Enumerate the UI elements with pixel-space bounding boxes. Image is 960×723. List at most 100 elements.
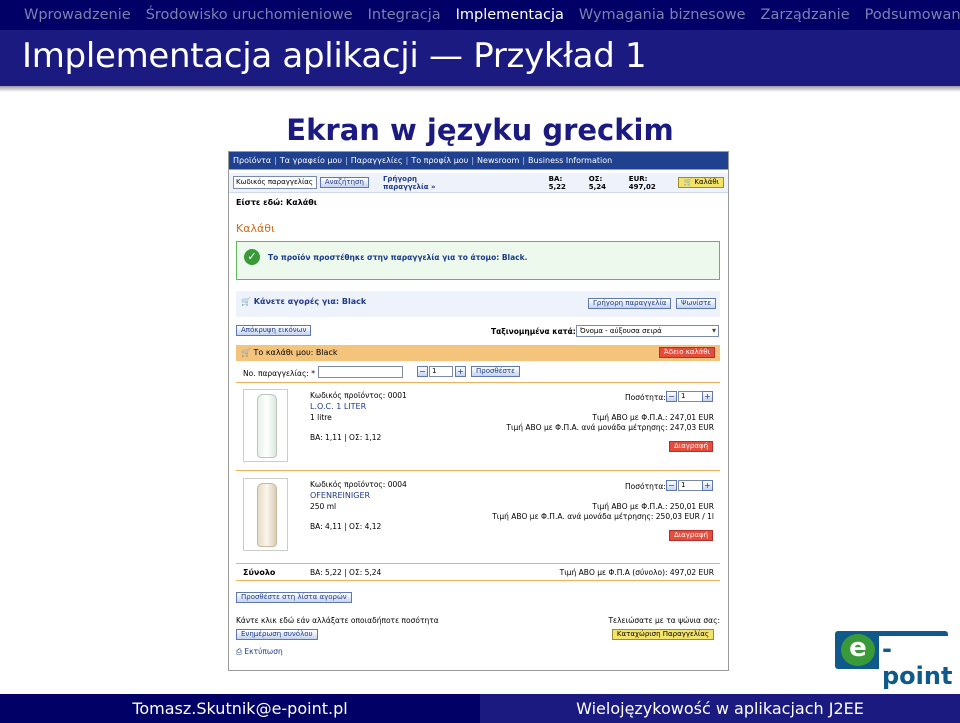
sort-select[interactable]: Όνομα - αύξουσα σειρά bbox=[576, 325, 719, 337]
cart-small-icon: 🛒 bbox=[241, 297, 251, 306]
bottle-icon bbox=[257, 483, 277, 547]
qty-plus[interactable]: + bbox=[702, 480, 713, 491]
shopping-for-label: Κάνετε αγορές για: Black bbox=[253, 297, 367, 306]
total-price: Τιμή ΑΒΟ με Φ.Π.Α (σύνολο): 497,02 EUR bbox=[559, 568, 714, 577]
product-code: Κωδικός προϊόντος: 0001 bbox=[310, 391, 407, 400]
product-name[interactable]: L.O.C. 1 LITER bbox=[310, 402, 366, 411]
product-image bbox=[243, 478, 288, 551]
logo-e: e bbox=[841, 634, 875, 666]
product-name[interactable]: OFENREINIGER bbox=[310, 491, 370, 500]
nav-item-implementation[interactable]: Implementacja bbox=[456, 7, 564, 23]
title-shadow bbox=[0, 86, 960, 92]
order-no-input[interactable] bbox=[318, 366, 403, 378]
product-code: Κωδικός προϊόντος: 0004 bbox=[310, 480, 407, 489]
breadcrumb: Είστε εδώ: Καλάθι bbox=[236, 198, 317, 207]
cart-header: 🛒 Το καλάθι μου: Black Άδειο καλάθι bbox=[236, 345, 720, 361]
qty-plus[interactable]: + bbox=[702, 391, 713, 402]
app-top-nav: Προϊόντα | Τα γραφείο μου | Παραγγελίες | Τ… bbox=[229, 152, 728, 170]
cart-icon: 🛒 bbox=[683, 178, 693, 186]
print-link[interactable]: ⎙ Εκτύπωση bbox=[236, 647, 283, 657]
toolbar-eur: EUR: 497,02 bbox=[628, 174, 656, 191]
divider bbox=[236, 382, 720, 383]
divider bbox=[236, 580, 720, 581]
slide-title-bar: Implementacja aplikacji — Przykład 1 bbox=[0, 30, 960, 86]
update-total-button[interactable]: Ενημέρωση συνόλου bbox=[236, 629, 318, 640]
cart-head-icon: 🛒 bbox=[241, 348, 251, 357]
nav-item-management[interactable]: Zarządzanie bbox=[761, 7, 850, 23]
qty-input[interactable]: 1 bbox=[678, 480, 704, 491]
bottle-icon bbox=[257, 394, 277, 458]
product-price: Τιμή ΑΒΟ με Φ.Π.Α.: 250,01 EUR bbox=[592, 502, 714, 511]
submit-order-button[interactable]: Καταχώριση Παραγγελίας bbox=[611, 629, 714, 640]
slide-title: Implementacja aplikacji — Przykład 1 bbox=[22, 36, 647, 76]
change-qty-text: Κάντε κλικ εδώ εάν αλλάξατε οποιαδήποτε … bbox=[236, 616, 439, 625]
app-nav-products[interactable]: Προϊόντα bbox=[233, 156, 271, 165]
product-points: BA: 1,11 | ΟΣ: 1,12 bbox=[310, 433, 382, 442]
slide-footer: Tomasz.Skutnik@e-point.pl Wielojęzykowoś… bbox=[0, 694, 960, 723]
cart-title-label: Το καλάθι μου: Black bbox=[253, 348, 338, 357]
cart-button-label: Καλάθι bbox=[694, 178, 720, 186]
product-points: BA: 4,11 | ΟΣ: 4,12 bbox=[310, 522, 382, 531]
nav-item-intro[interactable]: Wprowadzenie bbox=[24, 7, 131, 23]
add-qty-plus[interactable]: + bbox=[455, 366, 466, 377]
hide-images-button[interactable]: Απόκρυψη εικόνων bbox=[236, 325, 312, 336]
finished-text: Τελειώσατε με τα ψώνια σας: bbox=[608, 616, 720, 625]
order-search-input[interactable]: Κωδικός παραγγελίας bbox=[233, 176, 317, 189]
app-nav-profile[interactable]: Το προφίλ μου bbox=[411, 156, 468, 165]
nav-item-integration[interactable]: Integracja bbox=[368, 7, 441, 23]
app-nav-office[interactable]: Τα γραφείο μου bbox=[280, 156, 342, 165]
section-nav: Wprowadzenie Środowisko uruchomieniowe I… bbox=[0, 0, 960, 30]
nav-item-requirements[interactable]: Wymagania biznesowe bbox=[579, 7, 746, 23]
product-unit-price: Τιμή ΑΒΟ με Φ.Π.Α. ανά μονάδα μέτρησης: … bbox=[506, 423, 714, 432]
qty-minus[interactable]: − bbox=[666, 391, 677, 402]
sort-label: Ταξινομημένα κατά: bbox=[491, 327, 576, 336]
app-screenshot: Προϊόντα | Τα γραφείο μου | Παραγγελίες | Τ… bbox=[228, 151, 729, 671]
search-button[interactable]: Αναζήτηση bbox=[319, 177, 369, 188]
add-qty-input[interactable]: 1 bbox=[429, 366, 453, 377]
toolbar-os: ΟΣ: 5,24 bbox=[588, 174, 607, 191]
cart-title: 🛒 Το καλάθι μου: Black bbox=[241, 348, 337, 357]
add-qty-minus[interactable]: − bbox=[417, 366, 428, 377]
quick-order-link[interactable]: Γρήγορη παραγγελία » bbox=[383, 175, 453, 191]
qty-input[interactable]: 1 bbox=[678, 391, 704, 402]
shopping-for-panel: 🛒 Κάνετε αγορές για: Black Γρήγορη παραγ… bbox=[236, 291, 720, 317]
footer-talk-title: Wielojęzykowość w aplikacjach J2EE bbox=[480, 694, 960, 723]
add-to-list-button[interactable]: Προσθέστε στη λίστα αγορών bbox=[236, 592, 352, 603]
product-size: 250 ml bbox=[310, 502, 337, 511]
nav-item-runtime[interactable]: Środowisko uruchomieniowe bbox=[146, 7, 353, 23]
total-points: BA: 5,22 | ΟΣ: 5,24 bbox=[310, 568, 382, 577]
empty-cart-button[interactable]: Άδειο καλάθι bbox=[659, 347, 715, 358]
footer-author: Tomasz.Skutnik@e-point.pl bbox=[0, 694, 480, 723]
divider bbox=[236, 563, 720, 564]
qty-label: Ποσότητα: bbox=[625, 482, 666, 491]
qty-label: Ποσότητα: bbox=[625, 393, 666, 402]
print-icon: ⎙ bbox=[236, 647, 242, 656]
app-nav-business[interactable]: Business Information bbox=[528, 156, 612, 165]
success-message: Το προϊόν προστέθηκε στην παραγγελία για… bbox=[268, 253, 528, 262]
cart-button[interactable]: 🛒 Καλάθι bbox=[678, 177, 725, 188]
quick-order-button[interactable]: Γρήγορη παραγγελία bbox=[588, 298, 672, 309]
total-label: Σύνολο bbox=[243, 568, 276, 577]
shopping-for: 🛒 Κάνετε αγορές για: Black bbox=[241, 297, 366, 306]
divider bbox=[236, 470, 720, 471]
app-nav-orders[interactable]: Παραγγελίες bbox=[351, 156, 403, 165]
success-message-box: ✓ Το προϊόν προστέθηκε στην παραγγελία γ… bbox=[236, 241, 720, 280]
print-link-label: Εκτύπωση bbox=[244, 647, 283, 656]
product-unit-price: Τιμή ΑΒΟ με Φ.Π.Α. ανά μονάδα μέτρησης: … bbox=[492, 512, 714, 521]
product-image bbox=[243, 389, 288, 462]
buy-button[interactable]: Ψωνίστε bbox=[676, 298, 717, 309]
order-no-label: Νο. παραγγελίας: * bbox=[243, 369, 316, 378]
check-icon: ✓ bbox=[244, 249, 260, 265]
remove-button[interactable]: Διαγραφή bbox=[669, 530, 714, 541]
app-nav-newsroom[interactable]: Newsroom bbox=[477, 156, 519, 165]
remove-button[interactable]: Διαγραφή bbox=[669, 441, 714, 452]
product-price: Τιμή ΑΒΟ με Φ.Π.Α.: 247,01 EUR bbox=[592, 413, 714, 422]
slide-subtitle: Ekran w języku greckim bbox=[286, 113, 674, 147]
logo-text: -point bbox=[879, 636, 956, 690]
product-size: 1 litre bbox=[310, 413, 332, 422]
e-point-logo: e -point bbox=[835, 631, 956, 690]
nav-item-summary[interactable]: Podsumowanie bbox=[865, 7, 960, 23]
page-heading: Καλάθι bbox=[236, 222, 275, 235]
qty-minus[interactable]: − bbox=[666, 480, 677, 491]
add-product-button[interactable]: Προσθέστε bbox=[471, 366, 520, 377]
